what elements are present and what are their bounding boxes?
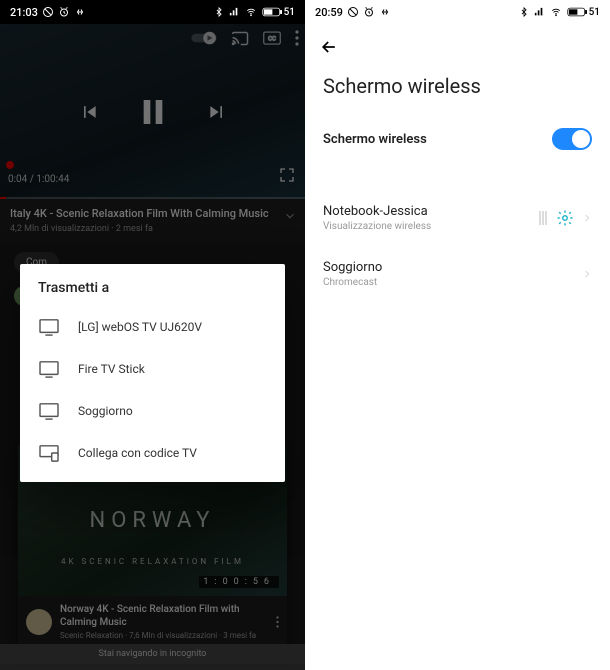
- alarm-icon: [58, 6, 70, 18]
- status-time: 21:03: [10, 6, 38, 19]
- signal-icon: [228, 7, 240, 17]
- cast-target-label: Fire TV Stick: [78, 362, 145, 376]
- status-bar-right: 20:59 51: [305, 0, 610, 24]
- cast-target-row[interactable]: Soggiorno: [20, 390, 285, 432]
- battery-icon: [262, 7, 282, 17]
- toggle-switch[interactable]: [552, 128, 592, 150]
- modal-title: Trasmetti a: [20, 280, 285, 306]
- cast-modal: Trasmetti a [LG] webOS TV UJ620V Fire TV…: [20, 264, 285, 482]
- status-bar-left: 21:03 51: [0, 0, 305, 24]
- gear-icon[interactable]: [556, 209, 574, 227]
- battery-percent: 51: [589, 7, 600, 18]
- chevron-right-icon: [582, 267, 592, 281]
- bluetooth-icon: [519, 6, 529, 18]
- tv-icon: [38, 402, 60, 420]
- youtube-pane: 21:03 51 CC: [0, 0, 305, 670]
- device-row[interactable]: Notebook-Jessica Visualizzazione wireles…: [305, 190, 610, 246]
- left-content: CC 0:04 / 1:00:44 Italy 4K - Scenic Rela…: [0, 24, 305, 670]
- device-name: Notebook-Jessica: [323, 204, 538, 219]
- cast-target-row[interactable]: Fire TV Stick: [20, 348, 285, 390]
- cast-target-label: Collega con codice TV: [78, 446, 197, 460]
- link-icon: [74, 6, 86, 18]
- cast-target-label: Soggiorno: [78, 404, 133, 418]
- alarm-icon: [363, 6, 375, 18]
- dnd-icon: [347, 6, 359, 18]
- wireless-toggle-row[interactable]: Schermo wireless: [305, 114, 610, 164]
- device-sub: Chromecast: [323, 277, 582, 288]
- tv-code-icon: [38, 444, 60, 462]
- chevron-right-icon: [582, 211, 592, 225]
- bars-icon: [538, 209, 548, 227]
- cast-target-label: [LG] webOS TV UJ620V: [78, 320, 202, 334]
- bluetooth-icon: [214, 6, 224, 18]
- signal-icon: [533, 7, 545, 17]
- cast-target-row[interactable]: [LG] webOS TV UJ620V: [20, 306, 285, 348]
- link-icon: [379, 6, 391, 18]
- device-sub: Visualizzazione wireless: [323, 221, 538, 232]
- toggle-label: Schermo wireless: [323, 132, 552, 147]
- wifi-icon: [549, 7, 563, 17]
- settings-pane: 20:59 51 Schermo wireless Schermo wirele…: [305, 0, 610, 670]
- device-name: Soggiorno: [323, 260, 582, 275]
- tv-icon: [38, 360, 60, 378]
- dnd-icon: [42, 6, 54, 18]
- tv-icon: [38, 318, 60, 336]
- device-row[interactable]: Soggiorno Chromecast: [305, 246, 610, 302]
- back-icon[interactable]: [319, 37, 339, 57]
- battery-percent: 51: [284, 7, 295, 18]
- cast-target-row[interactable]: Collega con codice TV: [20, 432, 285, 474]
- status-time: 20:59: [315, 6, 343, 19]
- settings-header: [305, 24, 610, 70]
- wifi-icon: [244, 7, 258, 17]
- page-title: Schermo wireless: [305, 70, 610, 114]
- battery-icon: [567, 7, 587, 17]
